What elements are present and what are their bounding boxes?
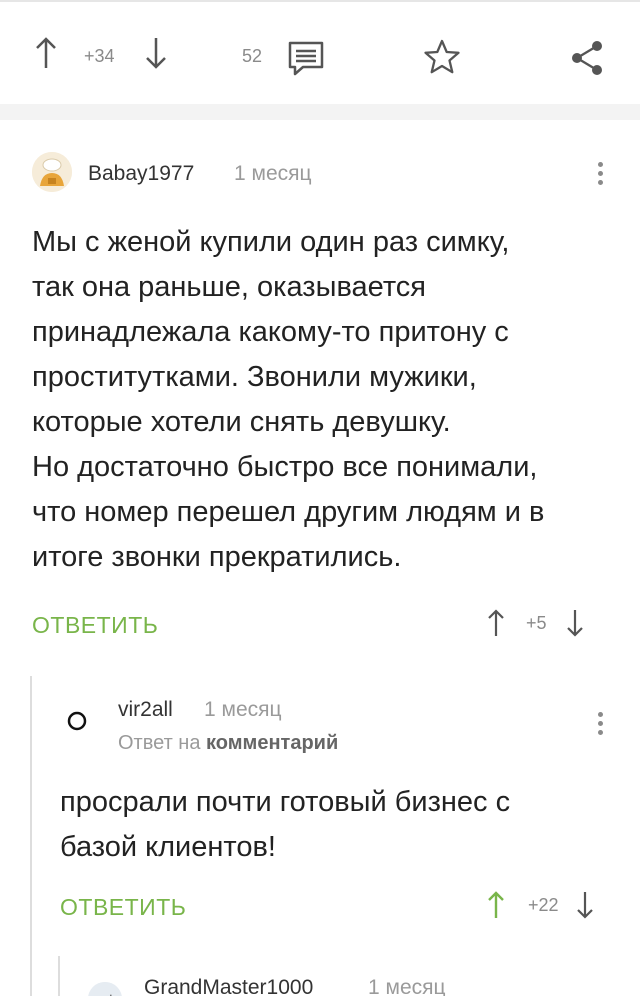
comments-count: 52 bbox=[242, 46, 263, 66]
reply-button[interactable]: ОТВЕТИТЬ bbox=[32, 612, 158, 639]
arrow-down-icon bbox=[146, 38, 166, 69]
avatar[interactable] bbox=[32, 152, 72, 192]
arrow-up-icon[interactable] bbox=[486, 890, 506, 920]
comment-line: что номер перешел другим людям и в bbox=[32, 496, 545, 528]
upvote-button[interactable] bbox=[34, 36, 58, 70]
comment-time: 1 месяц bbox=[204, 698, 282, 721]
comment-body: просрали почти готовый бизнес с базой кл… bbox=[60, 780, 510, 870]
comment-vote: +5 bbox=[486, 608, 585, 638]
arrow-up-icon[interactable] bbox=[486, 608, 506, 638]
comment-line: Но достаточно быстро все понимали, bbox=[32, 451, 538, 483]
reply-button[interactable]: ОТВЕТИТЬ bbox=[60, 894, 186, 921]
comment-vote: +22 bbox=[486, 890, 595, 920]
reply-to-link[interactable]: комментарий bbox=[206, 732, 338, 754]
comment-line: просрали почти готовый бизнес с bbox=[60, 786, 511, 818]
comment-rating: +22 bbox=[528, 894, 559, 915]
comments-button[interactable] bbox=[287, 40, 325, 76]
comment-line: Мы с женой купили один раз симку, bbox=[32, 226, 510, 258]
user-avatar-icon bbox=[32, 152, 72, 192]
comment-author[interactable]: GrandMaster1000 bbox=[144, 976, 313, 996]
comment-icon bbox=[288, 41, 324, 76]
share-icon bbox=[572, 41, 602, 75]
comment-line: принадлежала какому-то притону с bbox=[32, 316, 509, 348]
arrow-up-icon bbox=[36, 37, 56, 68]
star-icon bbox=[424, 39, 460, 74]
comment-body: Мы с женой купили один раз симку, так он… bbox=[32, 220, 544, 580]
comment-author[interactable]: vir2all bbox=[118, 698, 173, 722]
arrow-down-icon[interactable] bbox=[575, 890, 595, 920]
comment-rating: +5 bbox=[526, 612, 547, 633]
post-rating: +34 bbox=[84, 46, 115, 66]
downvote-button[interactable] bbox=[144, 36, 168, 70]
comment-author[interactable]: Babay1977 bbox=[88, 162, 194, 186]
arrow-down-icon[interactable] bbox=[565, 608, 585, 638]
comment-line: базой клиентов! bbox=[60, 831, 276, 863]
avatar[interactable] bbox=[66, 710, 88, 732]
comment-line: итоге звонки прекратились. bbox=[32, 541, 402, 573]
comment-line: так она раньше, оказывается bbox=[32, 271, 426, 303]
share-button[interactable] bbox=[568, 38, 606, 78]
user-avatar-icon bbox=[88, 982, 122, 996]
thread-line bbox=[30, 676, 32, 996]
avatar[interactable] bbox=[88, 982, 122, 996]
user-avatar-icon bbox=[67, 711, 87, 731]
save-button[interactable] bbox=[422, 38, 462, 76]
reply-to-prefix: Ответ на bbox=[118, 732, 201, 754]
post-action-bar: +34 52 bbox=[0, 0, 640, 106]
comment-time: 1 месяц bbox=[368, 976, 446, 996]
comment-reply-nested: GrandMaster1000 1 месяц bbox=[0, 956, 640, 996]
more-options-icon[interactable] bbox=[598, 712, 604, 739]
comment-line: проститутками. Звонили мужики, bbox=[32, 361, 477, 393]
more-options-icon[interactable] bbox=[598, 162, 604, 189]
comment-time: 1 месяц bbox=[234, 162, 312, 185]
reply-to: Ответ на комментарий bbox=[118, 732, 338, 755]
comment-line: которые хотели снять девушку. bbox=[32, 406, 451, 438]
separator bbox=[0, 104, 640, 120]
